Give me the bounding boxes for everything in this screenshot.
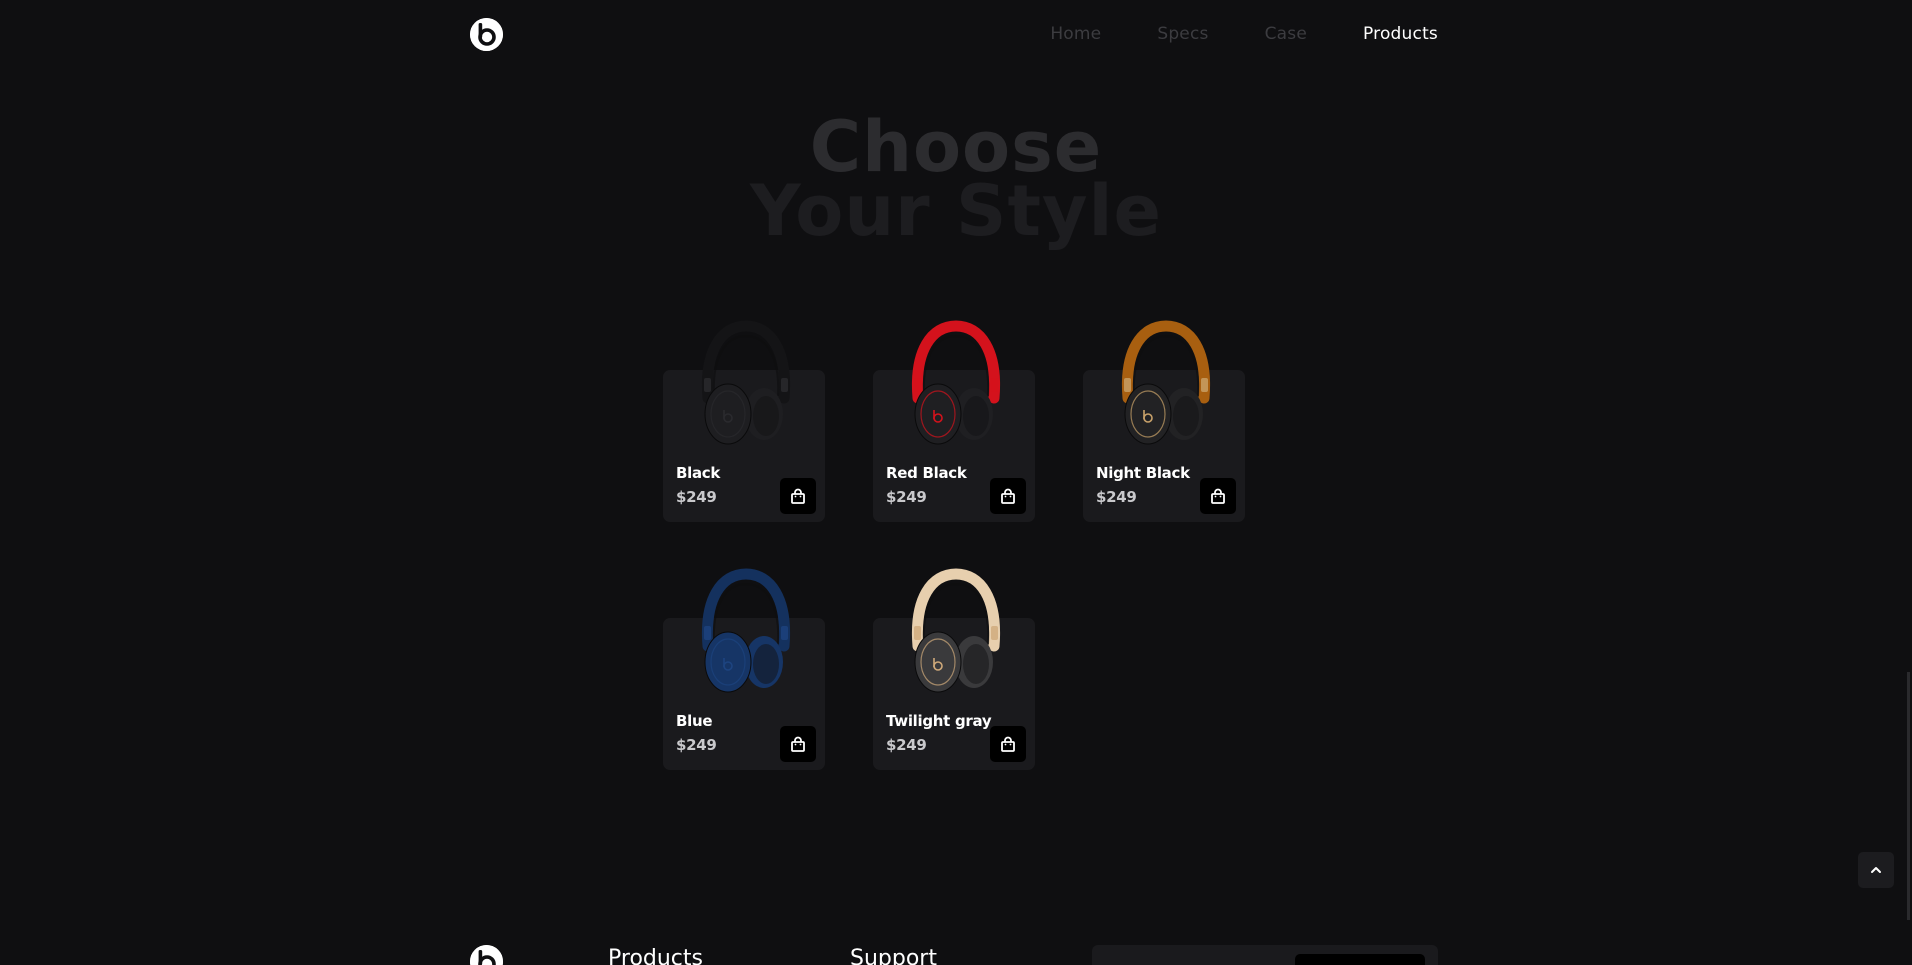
nav-home[interactable]: Home (1050, 24, 1101, 44)
product-price: $249 (676, 736, 717, 754)
main-nav: Home Specs Case Products (994, 24, 1438, 44)
chevron-up-icon (1871, 867, 1881, 873)
footer-heading-support: Support (850, 946, 937, 965)
product-card-night-black[interactable]: Night Black $249 (1083, 320, 1245, 522)
scrollbar-thumb[interactable] (1907, 672, 1910, 920)
scroll-to-top-button[interactable] (1858, 852, 1894, 888)
newsletter-submit-button[interactable] (1295, 954, 1425, 965)
product-name: Twilight gray (886, 712, 992, 730)
footer-heading-products: Products (608, 946, 703, 965)
headphone-blue-image (701, 568, 791, 693)
footer-beats-logo-icon[interactable] (470, 945, 503, 965)
headphone-black-image (701, 320, 791, 445)
section-title-line2: Your Style (749, 170, 1163, 252)
product-card-twilight-gray[interactable]: Twilight gray $249 (873, 568, 1035, 770)
nav-case[interactable]: Case (1265, 24, 1307, 44)
product-name: Black (676, 464, 721, 482)
product-price: $249 (1096, 488, 1137, 506)
product-name: Blue (676, 712, 713, 730)
product-price: $249 (886, 488, 927, 506)
add-to-cart-button[interactable] (780, 478, 816, 514)
headphone-night-black-image (1121, 320, 1211, 445)
headphone-red-black-image (911, 320, 1001, 445)
product-card-blue[interactable]: Blue $249 (663, 568, 825, 770)
headphone-twilight-gray-image (911, 568, 1001, 693)
product-card-black[interactable]: Black $249 (663, 320, 825, 522)
newsletter-form (1092, 945, 1438, 965)
beats-logo-icon[interactable] (470, 18, 503, 51)
add-to-cart-button[interactable] (780, 726, 816, 762)
product-card-red-black[interactable]: Red Black $249 (873, 320, 1035, 522)
product-name: Red Black (886, 464, 967, 482)
add-to-cart-button[interactable] (990, 726, 1026, 762)
shopping-bag-icon (1001, 736, 1015, 752)
shopping-bag-icon (1001, 488, 1015, 504)
shopping-bag-icon (1211, 488, 1225, 504)
nav-specs[interactable]: Specs (1157, 24, 1208, 44)
add-to-cart-button[interactable] (1200, 478, 1236, 514)
shopping-bag-icon (791, 488, 805, 504)
add-to-cart-button[interactable] (990, 478, 1026, 514)
section-title: Choose Your Style (0, 112, 1912, 252)
shopping-bag-icon (791, 736, 805, 752)
product-name: Night Black (1096, 464, 1190, 482)
page: Home Specs Case Products Choose Your Sty… (0, 0, 1912, 965)
product-price: $249 (676, 488, 717, 506)
product-price: $249 (886, 736, 927, 754)
nav-products[interactable]: Products (1363, 24, 1438, 44)
